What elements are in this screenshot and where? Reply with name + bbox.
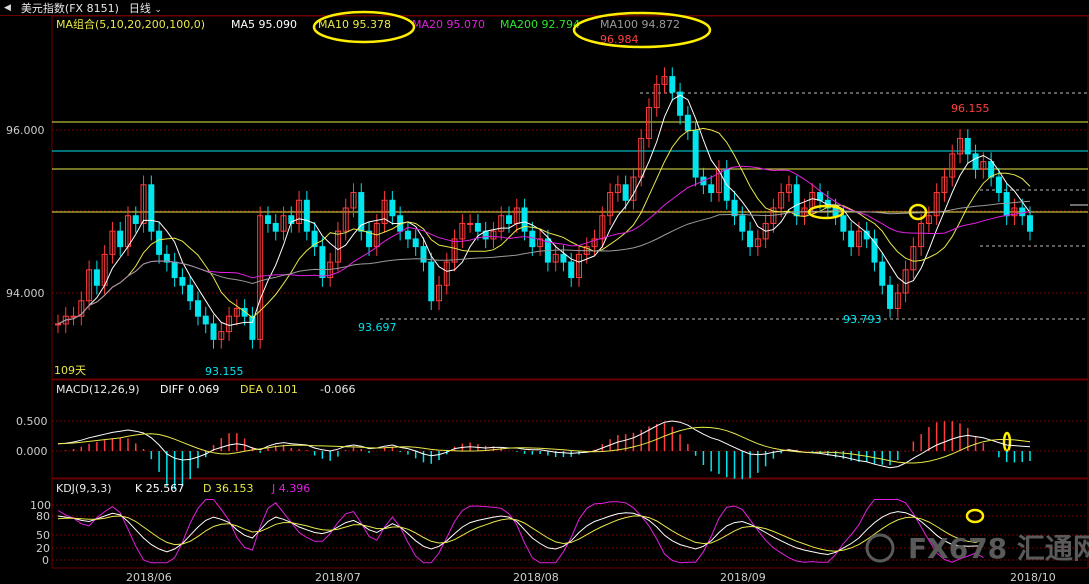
ma20-line [57,165,1031,325]
candle-body [747,230,754,248]
candle-body [194,300,201,317]
candle-body [568,261,575,279]
candle-body [964,137,971,155]
macd-dea-line [57,426,1031,464]
ma-indicator-label[interactable]: MA组合(5,10,20,200,100,0) [56,17,205,31]
annotation-low-right: 93.793 [843,313,882,326]
candle-body [303,199,310,232]
candle-body [420,246,427,263]
annotation-days: 109天 [54,364,86,377]
candle-body [887,284,894,309]
y-tick-label: 0.500 [16,415,48,428]
kdj-k: K 25.567 [135,482,184,495]
legend-ma5: MA5 95.090 [231,18,297,31]
candle-body [560,253,567,263]
candle-body [692,130,699,178]
candle-body [202,315,209,325]
candle-body [70,315,77,318]
candle-body [404,230,411,240]
candle-body [1003,192,1010,217]
candle-body [840,215,847,232]
candle-body [93,269,100,286]
candle-body [148,184,155,232]
candle-body [684,114,691,132]
candle-body [117,230,124,248]
y-tick-label: 80 [36,510,50,523]
y-tick-label: 0 [42,554,49,567]
kdj-d: D 36.153 [203,482,253,495]
candle-body [988,161,995,178]
candle-body [832,207,839,217]
candle-body [529,230,536,248]
candle-body [319,246,326,279]
candle-body [995,176,1002,194]
candle-body [412,238,419,248]
macd-value: -0.066 [320,383,355,396]
legend-ma20: MA20 95.070 [412,18,485,31]
kdj-j: J 4.396 [271,482,310,495]
annotation-low-mid: 93.697 [358,321,397,334]
x-axis: 2018/06 2018/07 2018/08 2018/09 2018/10 [126,571,1056,584]
candle-body [622,184,629,201]
x-tick-label: 2018/06 [126,571,172,584]
candle-body [210,323,217,340]
candle-body [55,323,61,326]
candle-body [1019,207,1026,217]
macd-dea: DEA 0.101 [240,383,298,396]
macd-lines [57,420,1031,469]
legend-ma200: MA200 92.794 [500,18,580,31]
price-annotations: 96.984 96.155 93.155 93.697 93.793 109天 [54,33,990,378]
x-tick-label: 2018/07 [315,571,361,584]
candle-body [972,153,979,170]
candle-body [171,261,178,279]
candlestick-series [55,67,1033,349]
macd-panel: MACD(12,26,9) DIFF 0.069 DEA 0.101 -0.06… [16,383,1088,489]
candle-body [848,230,855,248]
candle-body [187,284,194,302]
main-y-axis: 96.000 94.000 [6,124,45,300]
ma10-line [57,127,1031,325]
candle-body [708,184,715,194]
candle-body [1027,215,1033,232]
annotation-high-right: 96.155 [951,102,990,115]
x-tick-label: 2018/08 [513,571,559,584]
candle-body [132,215,139,224]
candle-body [389,199,396,217]
legend-ma10: MA10 95.378 [318,18,391,31]
candle-body [669,76,676,93]
candle-body [428,261,435,302]
chart-canvas[interactable]: MA组合(5,10,20,200,100,0) MA5 95.090 MA10 … [0,0,1089,584]
candle-body [793,184,800,217]
y-tick-label: 94.000 [6,287,45,300]
x-tick-label: 2018/09 [720,571,766,584]
kdj-label: KDJ(9,3,3) [56,482,112,495]
macd-diff: DIFF 0.069 [160,383,219,396]
kdj-j-line [57,499,984,564]
macd-diff-line [57,420,1031,469]
y-tick-label: 96.000 [6,124,45,137]
candle-body [467,222,474,225]
support-resistance-lines [52,92,1088,320]
candle-body [264,215,271,224]
candle-body [817,192,824,201]
candle-body [731,199,738,217]
candle-body [272,222,279,232]
kdj-lines [57,499,984,564]
macd-label: MACD(12,26,9) [56,383,140,396]
legend-ma100: MA100 94.872 [600,18,680,31]
candle-body [474,222,481,232]
y-tick-label: 50 [36,529,50,542]
candle-body [156,230,163,255]
annotation-low-left: 93.155 [205,365,244,378]
candle-body [249,315,256,340]
candle-body [179,277,186,286]
y-tick-label: 0.000 [16,445,48,458]
x-tick-label: 2018/10 [1010,571,1056,584]
candle-body [879,261,886,286]
candle-body [739,215,746,232]
watermark-text: FX678 汇通网 [908,532,1089,565]
candle-body [506,215,513,224]
